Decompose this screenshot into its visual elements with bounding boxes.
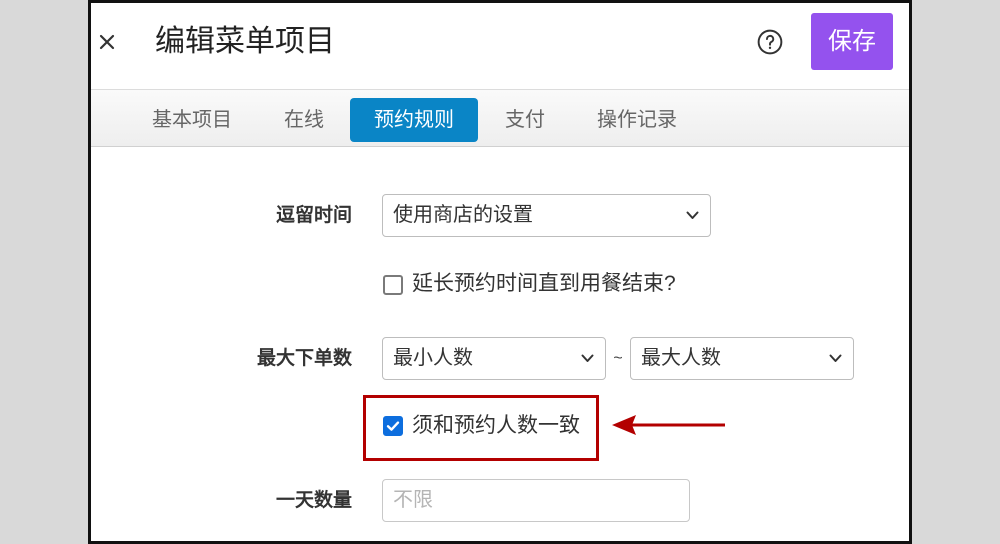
min-people-select[interactable]: 最小人数 — [382, 337, 606, 380]
tab-online[interactable]: 在线 — [274, 98, 334, 142]
chevron-down-icon — [581, 354, 594, 362]
annotation-arrow-icon — [612, 415, 725, 435]
stay-time-label: 逗留时间 — [275, 205, 352, 226]
tab-operation-log[interactable]: 操作记录 — [588, 98, 686, 142]
tab-payment[interactable]: 支付 — [495, 98, 555, 142]
min-people-value: 最小人数 — [393, 347, 473, 369]
daily-quantity-input[interactable] — [382, 479, 690, 522]
range-separator: ~ — [613, 350, 623, 367]
save-button[interactable]: 保存 — [811, 13, 893, 70]
edit-menu-item-dialog: 编辑菜单项目 保存 基本项目 在线 预约规则 支付 操作记录 逗留时间 使用商店… — [88, 0, 912, 544]
tab-bar: 基本项目 在线 预约规则 支付 操作记录 — [91, 90, 909, 147]
max-orders-label: 最大下单数 — [256, 348, 352, 369]
close-icon[interactable] — [99, 34, 115, 50]
stay-time-select[interactable]: 使用商店的设置 — [382, 194, 711, 237]
extend-reservation-checkbox[interactable] — [383, 275, 403, 295]
stay-time-value: 使用商店的设置 — [393, 204, 533, 226]
help-icon[interactable] — [757, 29, 783, 55]
chevron-down-icon — [686, 211, 699, 219]
tab-reservation-rules[interactable]: 预约规则 — [350, 98, 478, 142]
match-party-size-checkbox[interactable] — [383, 416, 403, 436]
max-people-select[interactable]: 最大人数 — [630, 337, 854, 380]
tab-basic-items[interactable]: 基本项目 — [143, 98, 241, 142]
daily-quantity-label: 一天数量 — [275, 490, 352, 511]
checkmark-icon — [386, 421, 400, 431]
match-party-size-label[interactable]: 须和预约人数一致 — [412, 411, 580, 441]
chevron-down-icon — [829, 354, 842, 362]
dialog-title: 编辑菜单项目 — [155, 25, 335, 58]
max-people-value: 最大人数 — [641, 347, 721, 369]
extend-reservation-label[interactable]: 延长预约时间直到用餐结束? — [412, 269, 676, 299]
